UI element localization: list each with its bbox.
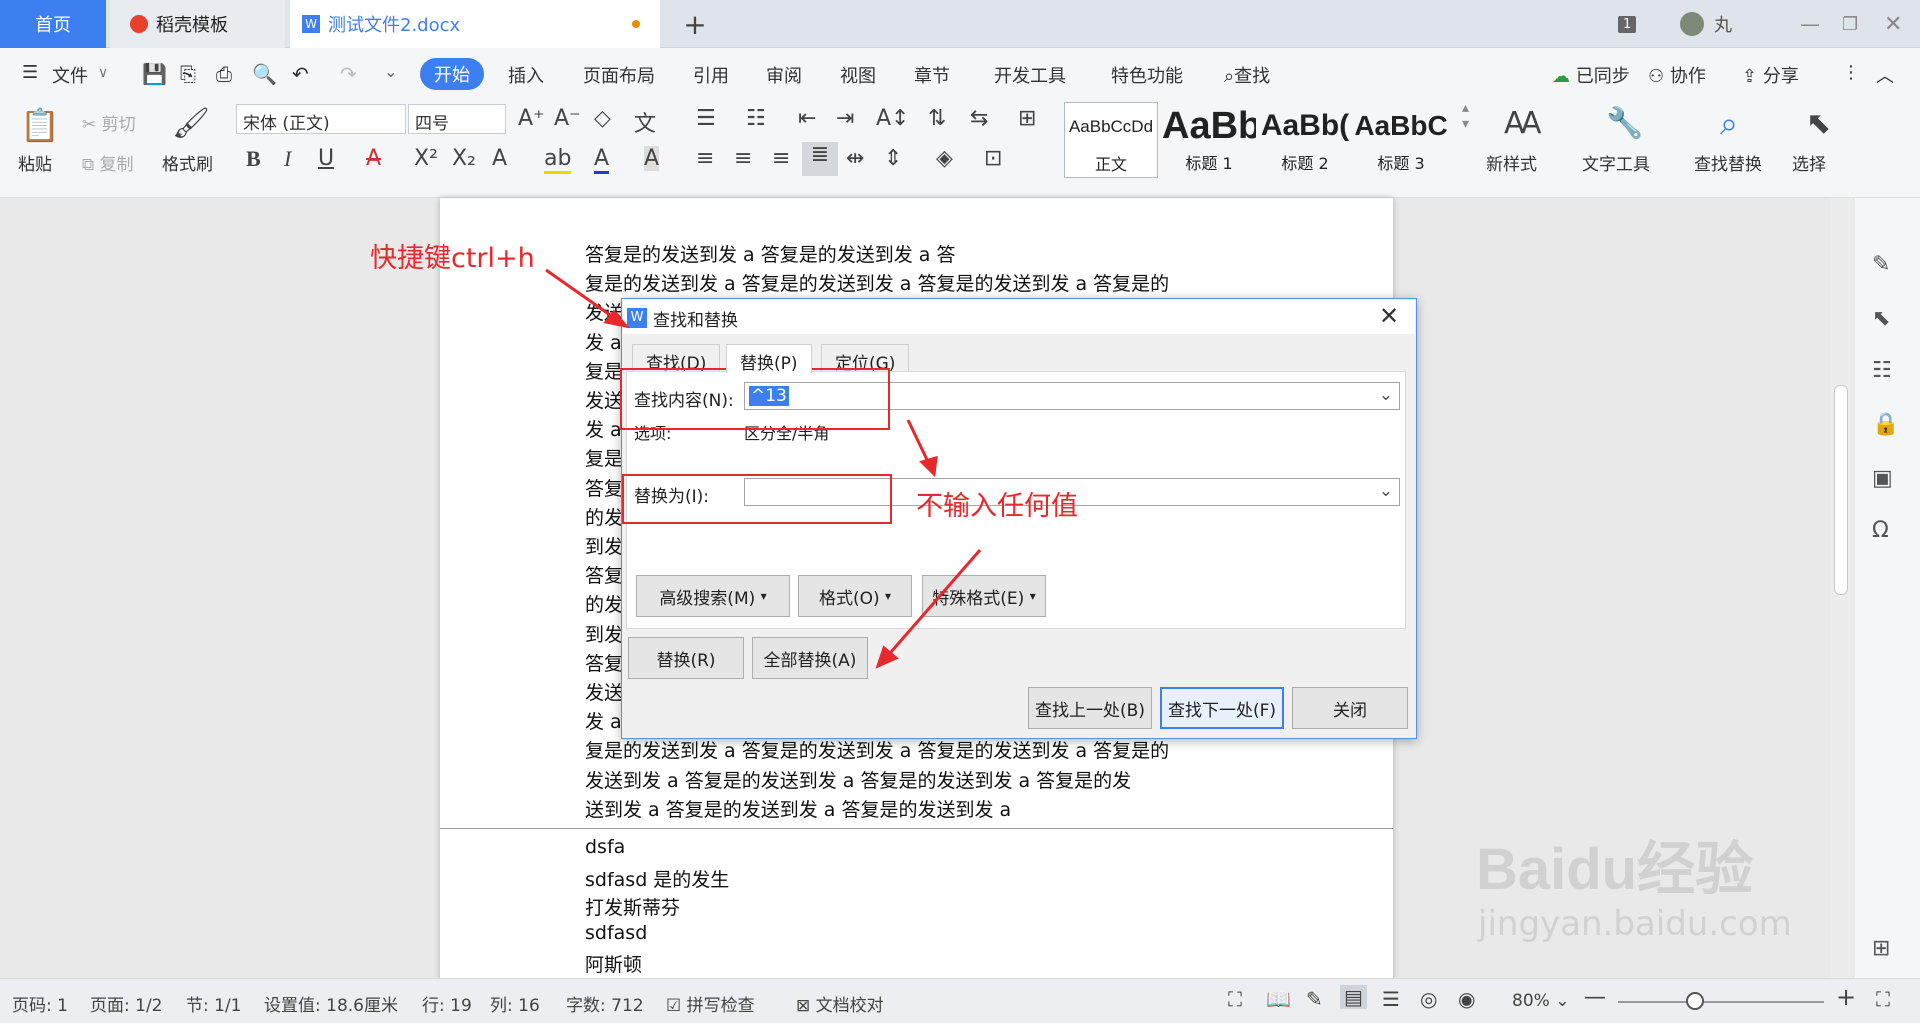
tab-replace[interactable]: 替换(P) [726, 344, 812, 374]
arrow-to-replace-all [882, 549, 982, 661]
zoom-out-icon[interactable]: — [1584, 985, 1606, 1010]
status-bar: 页码: 1 页面: 1/2 节: 1/1 设置值: 18.6厘米 行: 19 列… [0, 978, 1920, 1023]
spell-check-label: 拼写检查 [686, 996, 755, 1016]
watermark-url: jingyan.baidu.com [1478, 904, 1792, 944]
web-view-icon[interactable]: ◎ [1420, 987, 1437, 1011]
status-row[interactable]: 行: 19 [422, 991, 472, 1016]
write-mode-icon[interactable]: ✎ [1306, 987, 1323, 1011]
zoom-select[interactable]: 80% ⌄ [1512, 991, 1569, 1011]
focus-mode-icon[interactable]: ⛶ [1228, 987, 1242, 1011]
proofread-button[interactable]: ⊠ 文档校对 [796, 991, 884, 1016]
status-col[interactable]: 列: 16 [490, 991, 540, 1016]
fit-window-icon[interactable]: ⛶ [1876, 987, 1890, 1011]
read-mode-icon[interactable]: 📖 [1266, 987, 1291, 1011]
spell-check-button[interactable]: ☑ 拼写检查 [666, 991, 755, 1016]
proofread-label: 文档校对 [815, 996, 884, 1016]
arrow-head-replace [919, 455, 938, 478]
status-pages[interactable]: 页面: 1/2 [90, 991, 163, 1016]
zoom-slider-thumb[interactable] [1686, 992, 1704, 1010]
eye-protect-icon[interactable]: ◉ [1458, 987, 1475, 1011]
watermark-brand: Baidu经验 [1476, 822, 1753, 906]
zoom-value: 80% [1512, 991, 1550, 1011]
outline-view-icon[interactable]: ☰ [1382, 987, 1400, 1011]
proofread-icon: ⊠ [796, 996, 811, 1016]
watermark-brand-text: Baidu经验 [1476, 837, 1754, 902]
status-page-number[interactable]: 页码: 1 [12, 991, 68, 1016]
status-setting[interactable]: 设置值: 18.6厘米 [264, 991, 398, 1016]
spell-check-icon: ☑ [666, 996, 682, 1016]
tab-replace-label: 替换(P) [740, 354, 798, 374]
zoom-in-icon[interactable]: + [1836, 983, 1856, 1011]
zoom-slider[interactable] [1618, 1001, 1824, 1003]
page-view-icon[interactable]: ▤ [1340, 985, 1367, 1009]
arrow-to-dialog [545, 268, 621, 324]
status-section[interactable]: 节: 1/1 [186, 991, 242, 1016]
status-words[interactable]: 字数: 712 [566, 991, 644, 1016]
